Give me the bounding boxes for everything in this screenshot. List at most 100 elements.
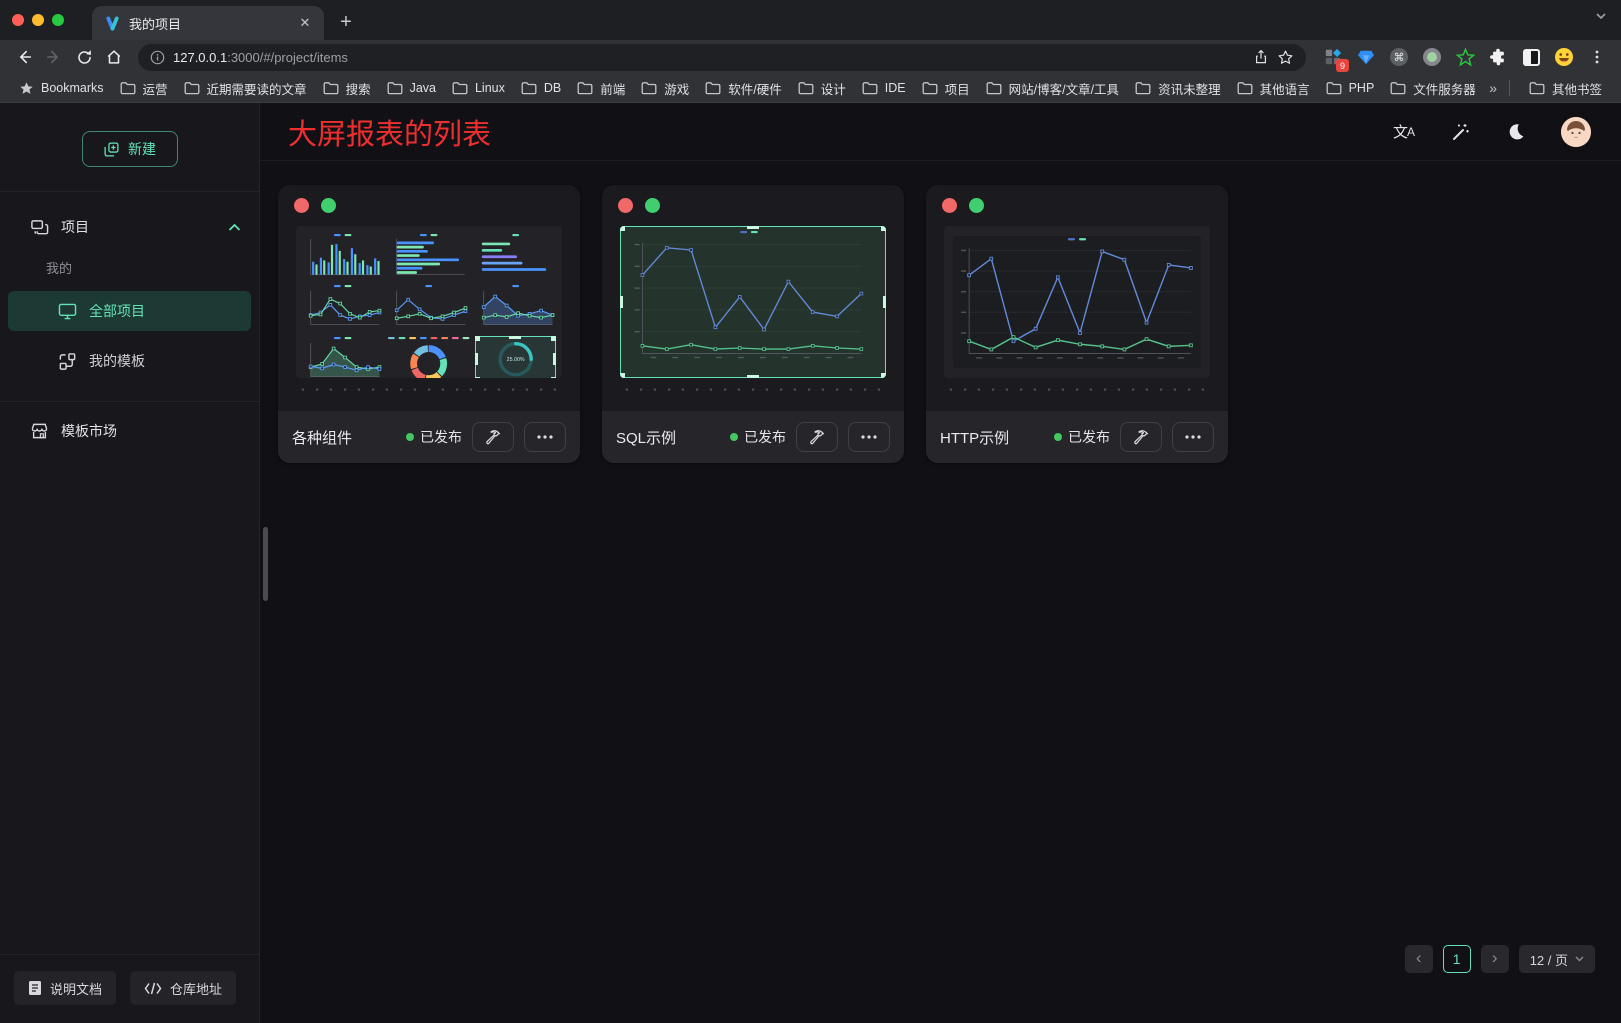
maximize-window-button[interactable] [52, 14, 64, 26]
project-title: SQL示例 [616, 427, 676, 448]
status-label: 已发布 [1068, 427, 1110, 447]
thumbnail-chart-grid: 25.00% [296, 226, 562, 378]
site-info-icon[interactable] [150, 50, 165, 65]
project-thumbnail[interactable] [944, 226, 1210, 378]
bookmark-folder[interactable]: Linux [445, 78, 512, 98]
bookmark-folder[interactable]: 设计 [791, 76, 853, 101]
user-avatar[interactable] [1561, 117, 1591, 147]
bookmark-folder-label: 其他语言 [1260, 79, 1310, 98]
tab-search-chevron-icon[interactable] [1595, 10, 1607, 22]
bookmark-folder[interactable]: DB [514, 78, 568, 98]
tab-close-icon[interactable]: ✕ [296, 14, 314, 32]
bookmark-folder[interactable]: 近期需要读的文章 [177, 76, 314, 101]
bookmarks-overflow-chevron[interactable]: » [1489, 80, 1497, 96]
back-button[interactable] [10, 43, 38, 71]
hammer-icon [485, 429, 502, 446]
edit-button[interactable] [1120, 422, 1162, 452]
sidebar-item-template-market[interactable]: 模板市场 [0, 410, 259, 452]
content-header: 大屏报表的列表 文A [260, 103, 1621, 161]
language-icon[interactable]: 文A [1393, 121, 1414, 142]
bookmark-folder[interactable]: 网站/博客/文章/工具 [979, 76, 1126, 101]
extensions-puzzle-icon[interactable] [1487, 46, 1509, 68]
reload-button[interactable] [70, 43, 98, 71]
folder-icon [323, 81, 339, 95]
new-tab-button[interactable]: + [332, 8, 360, 36]
project-card[interactable]: HTTP示例 已发布 [926, 185, 1228, 463]
line-chart-thumb [625, 229, 873, 369]
bookmark-folder-label: 网站/博客/文章/工具 [1009, 79, 1119, 98]
bookmark-folder[interactable]: PHP [1319, 78, 1382, 98]
project-card[interactable]: 25.00% 各种组件 已发布 [278, 185, 580, 463]
more-button[interactable] [848, 422, 890, 452]
close-window-button[interactable] [12, 14, 24, 26]
next-page-button[interactable]: › [1481, 945, 1509, 973]
bookmark-folder[interactable]: 游戏 [634, 76, 696, 101]
bookmark-folder-label: PHP [1349, 81, 1375, 95]
sidebar-group-label: 我的 [0, 248, 259, 289]
url-path: :3000/#/project/items [227, 50, 348, 65]
docs-button[interactable]: 说明文档 [14, 971, 116, 1005]
bookmark-folder-label: 运营 [143, 79, 168, 98]
extension-gem-icon[interactable] [1355, 46, 1377, 68]
page-number-button[interactable]: 1 [1443, 945, 1471, 973]
bookmark-folder[interactable]: Java [380, 78, 443, 98]
extensions-bar: 9 ⌘ [1316, 46, 1581, 68]
chevron-down-icon [1575, 956, 1584, 962]
bookmark-folder[interactable]: 项目 [915, 76, 977, 101]
share-icon[interactable] [1253, 49, 1269, 65]
browser-menu-icon[interactable] [1583, 43, 1611, 71]
sidebar-footer: 说明文档 仓库地址 [0, 954, 259, 1023]
magic-wand-icon[interactable] [1450, 122, 1470, 142]
sidebar-section-project[interactable]: 项目 [0, 206, 259, 248]
edit-button[interactable] [796, 422, 838, 452]
dark-mode-moon-icon[interactable] [1506, 122, 1525, 141]
bookmarks-root-folder[interactable]: Bookmarks [12, 78, 111, 99]
extension-darkreader-icon[interactable] [1520, 46, 1542, 68]
folder-icon [120, 81, 136, 95]
bookmark-folder[interactable]: 前端 [570, 76, 632, 101]
bookmark-folder[interactable]: 文件服务器 [1383, 76, 1483, 101]
project-thumbnail[interactable] [620, 226, 886, 378]
folder-icon [452, 81, 468, 95]
sidebar-item-my-templates[interactable]: 我的模板 [8, 341, 251, 381]
other-bookmarks-folder[interactable]: 其他书签 [1522, 76, 1609, 101]
project-thumbnail[interactable]: 25.00% [296, 226, 562, 378]
bookmark-folder[interactable]: 软件/硬件 [698, 76, 788, 101]
browser-tab[interactable]: 我的项目 ✕ [92, 6, 324, 40]
home-button[interactable] [100, 43, 128, 71]
window-controls[interactable] [0, 14, 78, 40]
bookmark-folder[interactable]: 其他语言 [1230, 76, 1317, 101]
page-size-select[interactable]: 12 / 页 [1519, 945, 1595, 973]
sidebar-divider [0, 401, 259, 402]
extension-emoji-icon[interactable] [1553, 46, 1575, 68]
project-card[interactable]: SQL示例 已发布 [602, 185, 904, 463]
sidebar-item-all-projects[interactable]: 全部项目 [8, 291, 251, 331]
extension-circle-icon[interactable] [1421, 46, 1443, 68]
url-text: 127.0.0.1:3000/#/project/items [173, 50, 348, 65]
forward-button[interactable] [40, 43, 68, 71]
more-button[interactable] [1172, 422, 1214, 452]
bookmark-folder-label: Linux [475, 81, 505, 95]
extension-star-icon[interactable] [1454, 46, 1476, 68]
bookmark-folder[interactable]: 运营 [113, 76, 175, 101]
repo-button[interactable]: 仓库地址 [130, 971, 236, 1005]
address-bar[interactable]: 127.0.0.1:3000/#/project/items [138, 44, 1306, 71]
extension-blocks-icon[interactable]: 9 [1322, 46, 1344, 68]
bookmark-folder[interactable]: 资讯未整理 [1128, 76, 1228, 101]
bookmark-folder[interactable]: 搜索 [316, 76, 378, 101]
selection-box [475, 336, 556, 378]
folder-icon [922, 81, 938, 95]
bookmark-folder[interactable]: IDE [855, 78, 913, 98]
bookmark-folder-label: 游戏 [664, 79, 689, 98]
edit-button[interactable] [472, 422, 514, 452]
minimize-window-button[interactable] [32, 14, 44, 26]
prev-page-button[interactable]: ‹ [1405, 945, 1433, 973]
bookmark-star-icon[interactable] [1277, 49, 1294, 66]
chevron-up-icon[interactable] [228, 223, 241, 232]
new-project-button[interactable]: 新建 [82, 131, 178, 167]
bookmark-folder-label: 文件服务器 [1413, 79, 1476, 98]
green-dot [969, 198, 984, 213]
extension-command-icon[interactable]: ⌘ [1388, 46, 1410, 68]
bookmarks-right-cluster: » 其他书签 [1489, 76, 1609, 101]
more-button[interactable] [524, 422, 566, 452]
